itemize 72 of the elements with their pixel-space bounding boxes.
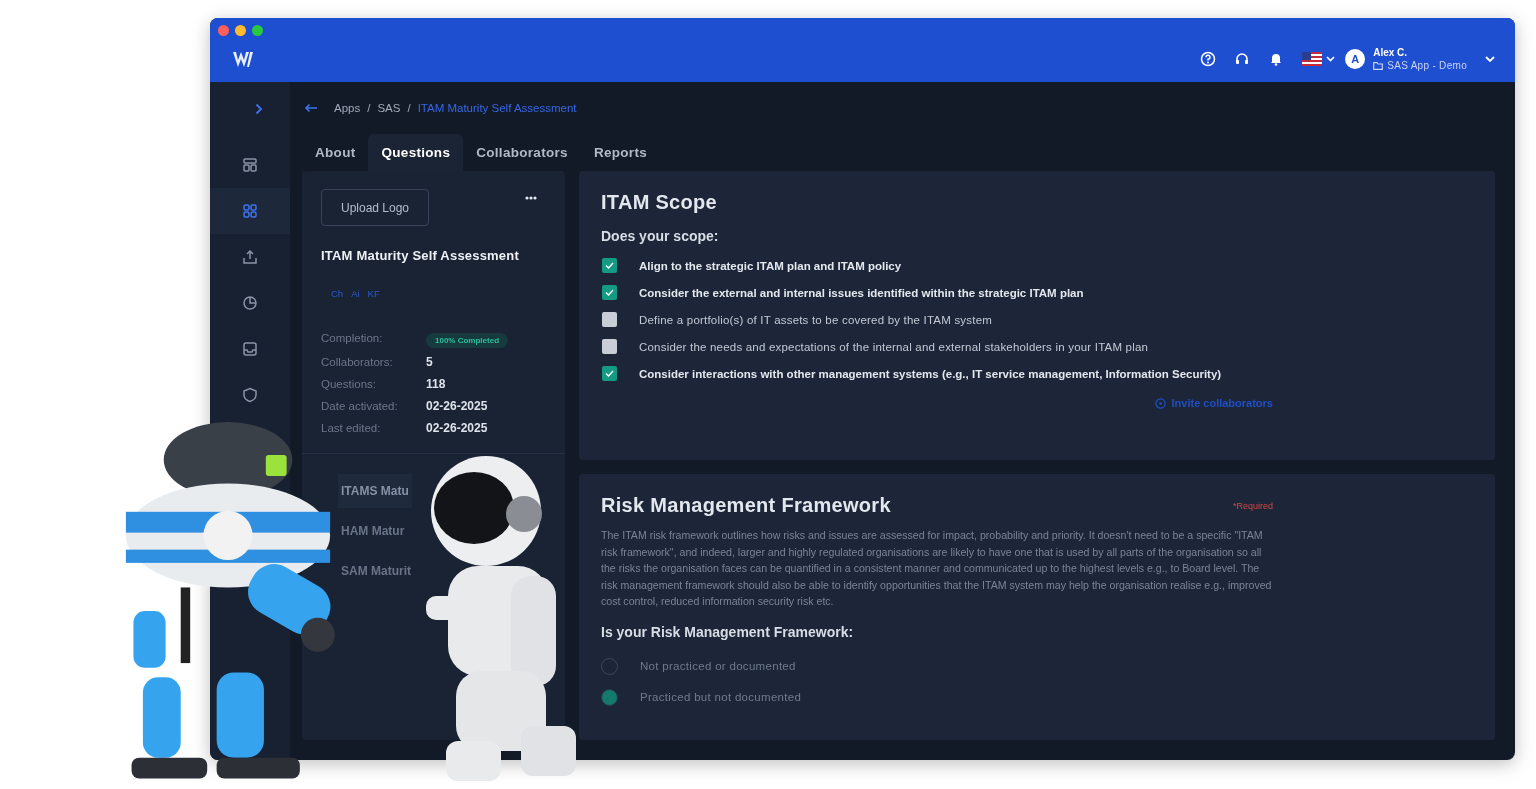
upload-logo-button[interactable]: Upload Logo — [321, 189, 429, 226]
stat-label: Collaborators: — [321, 356, 394, 368]
stat-label: Questions: — [321, 378, 377, 390]
target-icon — [1154, 397, 1166, 409]
card-title: ITAM Scope — [601, 191, 718, 214]
more-icon[interactable] — [525, 196, 537, 200]
minimize-button[interactable] — [235, 25, 246, 36]
close-button[interactable] — [218, 25, 229, 36]
user-name: Alex C. — [1373, 47, 1409, 58]
radio-label: Not practiced or documented — [640, 660, 796, 672]
assessment-title: ITAM Maturity Self Assessment — [321, 248, 520, 263]
checkbox-label: Consider the external and internal issues identified within the strategic ITAM plan — [639, 286, 1084, 299]
tab[interactable]: About — [302, 134, 369, 171]
headset-icon[interactable] — [1234, 51, 1251, 67]
section-item[interactable]: ITAMS Matu — [338, 474, 412, 508]
breadcrumb-separator: / — [367, 102, 371, 114]
tab[interactable]: Collaborators — [463, 134, 581, 171]
breadcrumb-link[interactable]: SAS — [377, 102, 401, 114]
layout-icon — [242, 157, 258, 173]
check-icon — [605, 370, 614, 377]
breadcrumb-link[interactable]: Apps — [334, 102, 361, 114]
stat-label: Last edited: — [321, 422, 382, 434]
sidebar-item[interactable] — [210, 188, 290, 234]
maximize-button[interactable] — [252, 25, 263, 36]
checkbox[interactable] — [602, 312, 617, 327]
completion-badge: 100% Completed — [426, 333, 509, 348]
inbox-icon — [242, 341, 258, 357]
checkbox[interactable] — [602, 339, 617, 354]
tab[interactable]: Questions — [368, 134, 464, 171]
description-text: The ITAM risk framework outlines how risks and issues are assessed for impact, probability and priority. It doesn't need to be a specific "ITAM risk framework", and indeed, larger and highly regulated organisations are likely to have one that is used by all parts of the organisation so all the risks the organisation faces can be quantified in a consistent manner and communicated up to the highest levels e.g., to Board level. The risk management framework should also be able to identify opportunities that the ITAM system may help the organisation realise e.g., improved cost control, reduced information security risk etc. — [601, 528, 1273, 609]
question-text: Is your Risk Management Framework: — [601, 623, 855, 640]
check-icon — [605, 262, 614, 269]
breadcrumb-separator: / — [407, 102, 411, 114]
chevron-right-icon[interactable] — [255, 103, 263, 115]
checkbox[interactable] — [602, 285, 617, 300]
check-icon — [605, 289, 614, 296]
checkbox-label: Consider the needs and expectations of the internal and external stakeholders in your ITAM plan — [639, 340, 1149, 353]
workspace-name: SAS App - Demo — [1387, 60, 1467, 71]
pie-chart-icon — [242, 295, 258, 311]
radio-label: Practiced but not documented — [640, 691, 802, 703]
breadcrumb-link[interactable]: ITAM Maturity Self Assessment — [417, 102, 577, 114]
stat-value: 02-26-2025 — [426, 421, 489, 435]
tag: KF — [367, 288, 380, 299]
checkbox-label: Consider interactions with other management systems (e.g., IT service management, Information Security) — [639, 367, 1222, 380]
grid-icon — [242, 203, 258, 219]
card-title: Risk Management Framework — [601, 494, 891, 517]
help-icon[interactable] — [1200, 51, 1217, 67]
stat-value: 02-26-2025 — [426, 399, 489, 413]
tag: Ai — [351, 288, 360, 299]
caret-icon[interactable] — [1485, 55, 1495, 63]
question-text: Does your scope: — [601, 228, 720, 244]
stat-value: 118 — [426, 377, 447, 391]
back-arrow-icon[interactable] — [304, 103, 318, 113]
shield-icon — [242, 387, 258, 403]
folder-icon — [1373, 61, 1384, 70]
checkbox-label: Align to the strategic ITAM plan and ITAM policy — [639, 259, 902, 272]
stat-label: Date activated: — [321, 400, 399, 412]
flag-icon — [1302, 52, 1323, 66]
upload-icon — [242, 249, 258, 265]
required-label: *Required — [1232, 500, 1273, 511]
checkbox[interactable] — [602, 258, 617, 273]
radio-button[interactable] — [601, 688, 618, 706]
tag: Ch — [331, 288, 344, 299]
checkbox[interactable] — [602, 366, 617, 381]
tab[interactable]: Reports — [580, 134, 660, 171]
stat-value: 5 — [426, 355, 434, 369]
stat-label: Completion: — [321, 332, 384, 344]
caret-icon — [1326, 56, 1336, 62]
checkbox-label: Define a portfolio(s) of IT assets to be covered by the ITAM system — [639, 313, 992, 326]
user-avatar[interactable]: A — [1345, 49, 1366, 69]
language-selector[interactable] — [1302, 52, 1336, 66]
logo-icon — [231, 49, 255, 69]
